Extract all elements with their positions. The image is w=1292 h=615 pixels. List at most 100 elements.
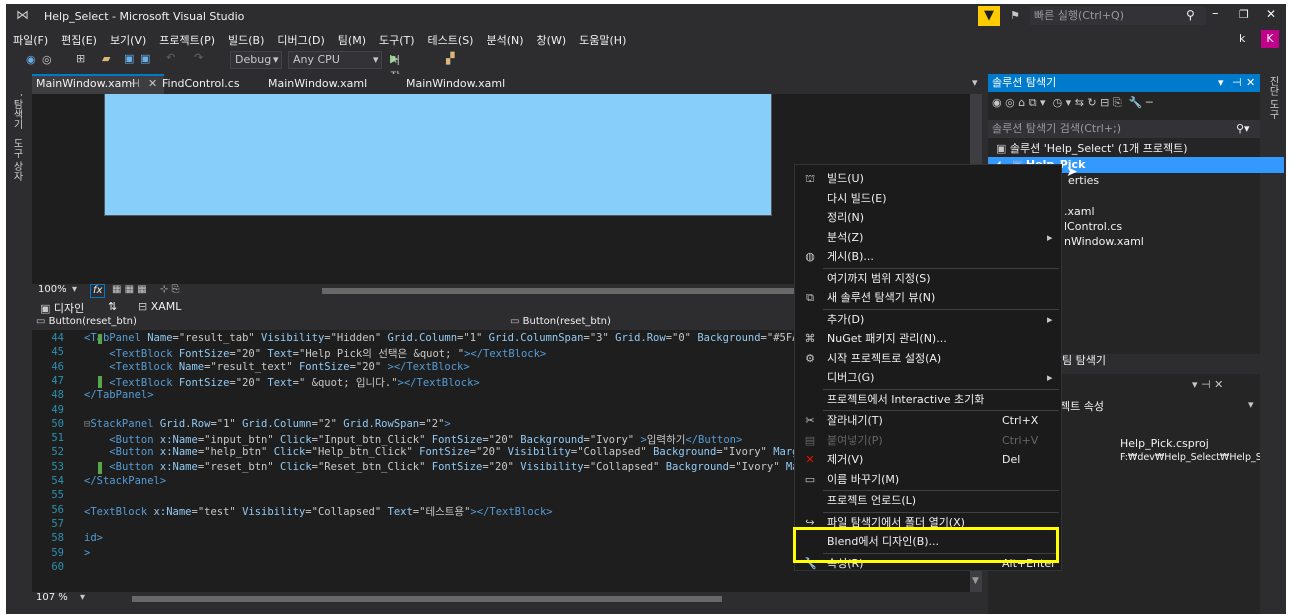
context-menu-item[interactable]: 디버그(G) ▸ <box>795 368 1061 387</box>
chevron-down-icon[interactable]: ▾ <box>1248 398 1254 411</box>
chevron-down-icon[interactable]: ▾ <box>1218 74 1224 92</box>
tab-mainwindow-xaml-2[interactable]: MainWindow.xaml <box>264 74 388 94</box>
chevron-down-icon[interactable]: ▾ <box>80 592 85 603</box>
search-icon[interactable]: ⚲▾ <box>1236 120 1250 138</box>
toolbox-tab[interactable]: 도구 상자 <box>10 138 24 181</box>
redo-icon[interactable]: ↷ <box>194 51 203 64</box>
nav-left-dropdown[interactable]: ▭ Button(reset_btn) <box>36 316 137 327</box>
context-menu-item[interactable]: 정리(N) <box>795 208 1061 227</box>
code-line[interactable]: id> <box>84 532 103 544</box>
pending-changes-icon[interactable]: ◷ <box>1053 96 1063 109</box>
show-all-icon[interactable]: ⎘ <box>1113 96 1122 109</box>
browser-link-icon[interactable]: ▞ <box>446 52 454 65</box>
start-button[interactable]: ▶ 시작 ▾ <box>390 52 400 83</box>
diagnostics-tab[interactable]: 진단 도구 <box>1266 76 1280 119</box>
refresh-icon[interactable]: ↻ <box>1087 96 1096 109</box>
context-menu-item[interactable]: ◍ 게시(B)... <box>795 247 1061 266</box>
context-menu-item[interactable]: ▭ 이름 바꾸기(M) <box>795 470 1061 489</box>
configuration-select[interactable]: Debug ▾ <box>230 51 282 69</box>
forward-icon[interactable]: ◎ <box>1005 96 1015 109</box>
nav-right-dropdown[interactable]: ▭ Button(reset_btn) <box>510 316 611 327</box>
design-surface[interactable] <box>104 94 772 216</box>
editor-zoom[interactable]: 107 % <box>36 592 68 603</box>
undo-icon[interactable]: ↶ <box>166 51 175 64</box>
code-line[interactable]: </StackPanel> <box>84 475 166 487</box>
feedback-icon[interactable]: ▼ <box>978 6 1000 26</box>
menu-item[interactable]: 빌드(B) <box>221 28 270 48</box>
menu-item[interactable]: 프로젝트(P) <box>152 28 221 48</box>
code-line[interactable]: </TabPanel> <box>84 389 154 401</box>
context-menu-item[interactable]: 프로젝트 언로드(L) <box>795 491 1061 510</box>
save-icon[interactable]: ▣ <box>124 52 134 65</box>
context-menu-item[interactable]: ✕ 제거(V) Del <box>795 450 1061 469</box>
notification-icon[interactable]: ⚑ <box>1010 9 1020 22</box>
editor-horizontal-scrollbar[interactable] <box>132 596 722 602</box>
avatar[interactable]: K <box>1261 30 1279 48</box>
wrench-icon[interactable]: 🔧 <box>1129 96 1143 109</box>
context-menu-item[interactable]: 여기까지 범위 지정(S) <box>795 269 1061 288</box>
code-line[interactable]: <TabPanel Name="result_tab" Visibility="… <box>84 332 824 344</box>
pin-icon[interactable]: ⊣ <box>1232 74 1242 92</box>
tab-overflow-icon[interactable]: ▾ <box>972 76 978 89</box>
design-pane-tab[interactable]: ▣ 디자인 <box>40 300 84 316</box>
context-menu-item[interactable]: ⧉ 새 솔루션 탐색기 뷰(N) <box>795 288 1061 307</box>
code-line[interactable]: > <box>84 547 90 559</box>
menu-item[interactable]: 파일(F) <box>6 28 54 48</box>
restore-button[interactable]: ❐ <box>1239 8 1249 21</box>
context-menu-item[interactable]: ⌘ NuGet 패키지 관리(N)... <box>795 329 1061 348</box>
save-all-icon[interactable]: ▣ <box>140 52 150 65</box>
code-line[interactable]: ⊟StackPanel Grid.Row="1" Grid.Column="2"… <box>84 418 451 430</box>
tree-item-app-xaml[interactable]: .xaml <box>1064 204 1095 220</box>
chevron-down-icon[interactable]: ▾ <box>1192 378 1198 391</box>
solution-search-input[interactable]: 솔루션 탐색기 검색(Ctrl+;) ⚲▾ <box>988 120 1260 138</box>
home-icon[interactable]: ⌂ <box>1018 96 1025 109</box>
menu-item[interactable]: 도구(T) <box>372 28 421 48</box>
tab-findcontrol-cs[interactable]: FindControl.cs <box>158 74 262 94</box>
close-icon[interactable]: ✕ <box>1214 378 1223 391</box>
designer-zoom[interactable]: 100% <box>38 284 67 295</box>
code-line[interactable]: <Button x:Name="help_btn" Click="Help_bt… <box>84 446 836 458</box>
tree-item-solution[interactable]: ▣ 솔루션 'Help_Select' (1개 프로젝트) <box>996 141 1188 157</box>
grid-icon[interactable]: ▦ ▦ ▦ <box>112 284 147 295</box>
code-line[interactable]: <Button x:Name="reset_btn" Click="Reset_… <box>84 461 836 473</box>
close-icon[interactable]: ✕ <box>148 76 157 92</box>
context-menu-item[interactable]: ✂ 잘라내기(T) Ctrl+X <box>795 411 1061 430</box>
menu-item[interactable]: 팀(M) <box>331 28 372 48</box>
pin-icon[interactable]: ⊣ <box>130 76 140 92</box>
quick-launch-input[interactable]: 빠른 실행(Ctrl+Q) <box>1030 7 1206 25</box>
menu-item[interactable]: 디버그(D) <box>270 28 330 48</box>
forward-icon[interactable]: ◎ <box>42 53 52 66</box>
minimize-button[interactable]: – <box>1212 6 1219 21</box>
switch-view-icon[interactable]: ⧉ <box>1029 96 1037 109</box>
menu-item[interactable]: 보기(V) <box>103 28 152 48</box>
new-project-icon[interactable]: ⊞ <box>76 52 85 65</box>
menu-item[interactable]: 편집(E) <box>54 28 103 48</box>
minus-icon[interactable]: ─ <box>1146 96 1153 109</box>
code-line[interactable]: <TextBlock x:Name="test" Visibility="Col… <box>84 504 553 519</box>
swap-panes-button[interactable]: ⇅ <box>108 300 117 313</box>
close-icon[interactable]: ✕ <box>1246 74 1255 92</box>
xaml-pane-tab[interactable]: ⊟ XAML <box>138 300 181 313</box>
context-menu-item[interactable]: ⛫ 빌드(U) <box>795 169 1061 188</box>
tab-mainwindow-xaml[interactable]: MainWindow.xaml ⊣ ✕ <box>32 74 164 94</box>
code-line[interactable]: <TextBlock FontSize="20" Text=" &quot; 입… <box>84 375 479 390</box>
code-line[interactable]: <TextBlock Name="result_text" FontSize="… <box>84 361 469 373</box>
code-line[interactable]: <TextBlock FontSize="20" Text="Help Pick… <box>84 346 546 361</box>
tree-item-findcontrol[interactable]: lControl.cs <box>1064 219 1122 235</box>
menu-item[interactable]: 분석(N) <box>479 28 529 48</box>
chevron-down-icon[interactable]: ▾ <box>72 284 77 295</box>
platform-select[interactable]: Any CPU ▾ <box>288 51 382 69</box>
menu-item[interactable]: 도움말(H) <box>572 28 632 48</box>
context-menu-item[interactable]: 다시 빌드(E) <box>795 189 1061 208</box>
effects-toggle[interactable]: fx <box>90 284 106 298</box>
back-icon[interactable]: ◉ <box>26 53 36 66</box>
context-menu-item[interactable]: 분석(Z) ▸ <box>795 228 1061 247</box>
menu-item[interactable]: 창(W) <box>530 28 573 48</box>
context-menu-item[interactable]: ⚙ 시작 프로젝트로 설정(A) <box>795 349 1061 368</box>
context-menu-item[interactable]: 프로젝트에서 Interactive 초기화 <box>795 390 1061 409</box>
team-explorer-tab[interactable]: 팀 탐색기 <box>1062 352 1106 368</box>
close-button[interactable]: ✕ <box>1266 7 1276 21</box>
code-line[interactable]: <Button x:Name="input_btn" Click="Input_… <box>84 432 742 447</box>
snap-icon[interactable]: ⊹ ⎘ <box>160 284 180 295</box>
sync-icon[interactable]: ⇆ <box>1075 96 1084 109</box>
